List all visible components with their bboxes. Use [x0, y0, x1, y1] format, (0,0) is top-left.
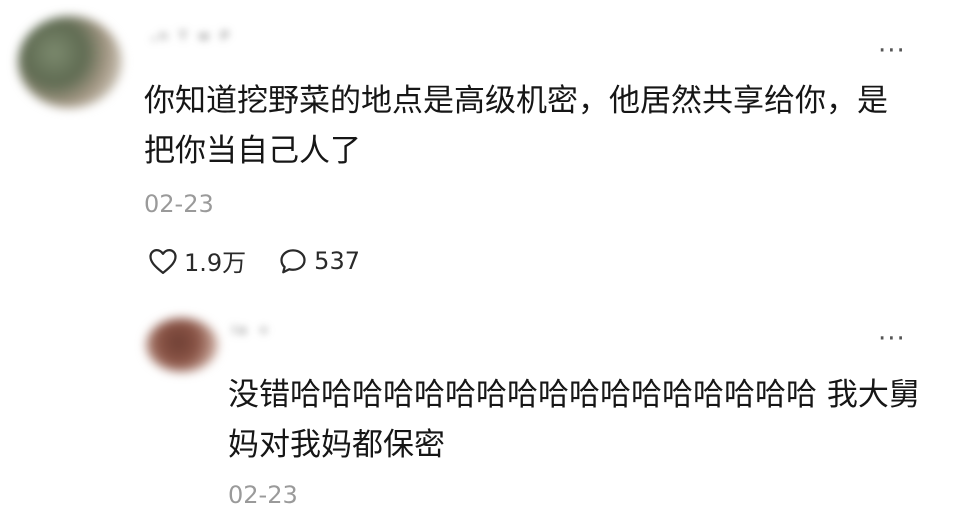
username[interactable]: ·ⁿ ᵀ ʷ ᴾ	[150, 28, 231, 53]
comment-actions: 1.9万 537	[148, 243, 360, 278]
reply-username[interactable]: ᴵᵃ ⁺	[232, 322, 271, 347]
comment-text-line: 把你当自己人了	[144, 133, 361, 169]
reply-date: 02-23	[228, 481, 298, 509]
heart-icon	[149, 248, 177, 274]
reply-count: 537	[314, 246, 360, 275]
comment-text[interactable]: 你知道挖野菜的地点是高级机密，他居然共享给你，是 把你当自己人了	[144, 76, 934, 176]
reply-text[interactable]: 没错哈哈哈哈哈哈哈哈哈哈哈哈哈哈哈哈哈 我大舅 妈对我妈都保密	[228, 370, 928, 470]
like-button[interactable]: 1.9万	[148, 243, 246, 278]
comment-bubble-icon	[280, 248, 306, 273]
reply-text-line: 没错哈哈哈哈哈哈哈哈哈哈哈哈哈哈哈哈哈 我大舅	[228, 377, 920, 413]
reply-text-line: 妈对我妈都保密	[228, 427, 445, 463]
comment-text-line: 你知道挖野菜的地点是高级机密，他居然共享给你，是	[144, 83, 888, 119]
comment-date: 02-23	[144, 190, 214, 218]
comment-thread: ·ⁿ ᵀ ʷ ᴾ ··· 你知道挖野菜的地点是高级机密，他居然共享给你，是 把你…	[0, 0, 960, 519]
more-options-icon[interactable]: ···	[878, 38, 906, 64]
reply-more-options-icon[interactable]: ···	[878, 326, 906, 352]
like-count: 1.9万	[184, 249, 247, 277]
reply-button[interactable]: 537	[278, 247, 360, 275]
avatar[interactable]	[18, 16, 122, 108]
reply-avatar[interactable]	[146, 318, 218, 372]
